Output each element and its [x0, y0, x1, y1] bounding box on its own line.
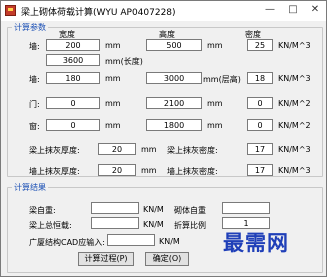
- window-width-unit: mm: [105, 121, 121, 130]
- wall-plaster-thickness-input[interactable]: [98, 164, 136, 176]
- beam-width-input[interactable]: [46, 39, 100, 51]
- beam-plaster-density-label: 梁上抹灰密度:: [167, 146, 218, 155]
- window-width-input[interactable]: [46, 119, 100, 131]
- door-width-unit: mm: [105, 99, 121, 108]
- maximize-button[interactable]: □: [286, 4, 300, 15]
- beam-width-unit: mm: [105, 41, 121, 50]
- beam-length-unit: mm(长度): [105, 57, 143, 66]
- close-button[interactable]: ✕: [308, 4, 322, 15]
- params-group-title: 计算参数: [12, 22, 48, 33]
- beam-plaster-thickness-unit: mm: [141, 145, 157, 154]
- beam-label: 墙:: [29, 42, 40, 51]
- beam-self-weight-unit: KN/M: [143, 205, 164, 214]
- door-height-unit: mm: [207, 99, 223, 108]
- wall-plaster-density-label: 墙上抹灰密度:: [167, 167, 218, 176]
- masonry-self-weight-output: [222, 202, 270, 214]
- window-density-input[interactable]: [247, 119, 273, 131]
- app-icon: [5, 5, 16, 16]
- conversion-ratio-label: 折算比例: [174, 221, 206, 230]
- total-load-unit: KN/M: [143, 220, 164, 229]
- wall-plaster-thickness-unit: mm: [141, 166, 157, 175]
- window-height-unit: mm: [207, 121, 223, 130]
- door-width-input[interactable]: [46, 97, 100, 109]
- total-load-output: [91, 217, 139, 229]
- cad-input-output: [107, 234, 155, 246]
- window-title: 梁上砌体荷载计算(WYU AP0407228): [21, 8, 176, 18]
- wall-height-unit: mm(层高): [203, 75, 241, 84]
- cad-input-label: 广厦结构CAD应输入:: [29, 238, 105, 247]
- beam-density-input[interactable]: [247, 39, 273, 51]
- wall-width-unit: mm: [105, 74, 121, 83]
- ok-button[interactable]: 确定(O): [145, 252, 189, 266]
- wall-density-input[interactable]: [247, 72, 273, 84]
- main-window: 梁上砌体荷载计算(WYU AP0407228) — □ ✕ 计算参数 宽度 高度…: [0, 0, 327, 277]
- beam-plaster-thickness-input[interactable]: [98, 143, 136, 155]
- beam-density-unit: KN/M^3: [278, 41, 311, 50]
- window-label: 窗:: [29, 122, 40, 131]
- beam-plaster-density-unit: KN/M^3: [278, 145, 311, 154]
- beam-height-input[interactable]: [146, 39, 202, 51]
- results-group-title: 计算结果: [12, 182, 48, 193]
- watermark-text: 最需网: [223, 230, 289, 255]
- wall-plaster-density-unit: KN/M^3: [278, 166, 311, 175]
- wall-plaster-thickness-label: 墙上抹灰厚度:: [29, 167, 80, 176]
- door-label: 门:: [29, 100, 40, 109]
- beam-self-weight-output: [91, 202, 139, 214]
- window-density-unit: KN/M^2: [278, 121, 311, 130]
- wall-label: 墙:: [29, 75, 40, 84]
- wall-width-input[interactable]: [46, 72, 100, 84]
- wall-height-input[interactable]: [146, 72, 202, 84]
- minimize-button[interactable]: —: [263, 4, 277, 15]
- total-load-label: 梁上总恒载:: [29, 221, 72, 230]
- wall-plaster-density-input[interactable]: [247, 164, 273, 176]
- beam-plaster-thickness-label: 梁上抹灰厚度:: [29, 146, 80, 155]
- beam-self-weight-label: 梁自重:: [29, 206, 56, 215]
- door-density-unit: KN/M^2: [278, 99, 311, 108]
- title-bar[interactable]: 梁上砌体荷载计算(WYU AP0407228) — □ ✕: [1, 1, 326, 21]
- masonry-self-weight-label: 砌体自重: [174, 206, 206, 215]
- beam-height-unit: mm: [207, 41, 223, 50]
- wall-density-unit: KN/M^3: [278, 74, 311, 83]
- door-density-input[interactable]: [247, 97, 273, 109]
- door-height-input[interactable]: [146, 97, 202, 109]
- window-height-input[interactable]: [146, 119, 202, 131]
- beam-plaster-density-input[interactable]: [247, 143, 273, 155]
- cad-input-unit: KN/M: [159, 237, 180, 246]
- beam-length-input[interactable]: [46, 54, 100, 66]
- calc-process-button[interactable]: 计算过程(P): [78, 252, 134, 266]
